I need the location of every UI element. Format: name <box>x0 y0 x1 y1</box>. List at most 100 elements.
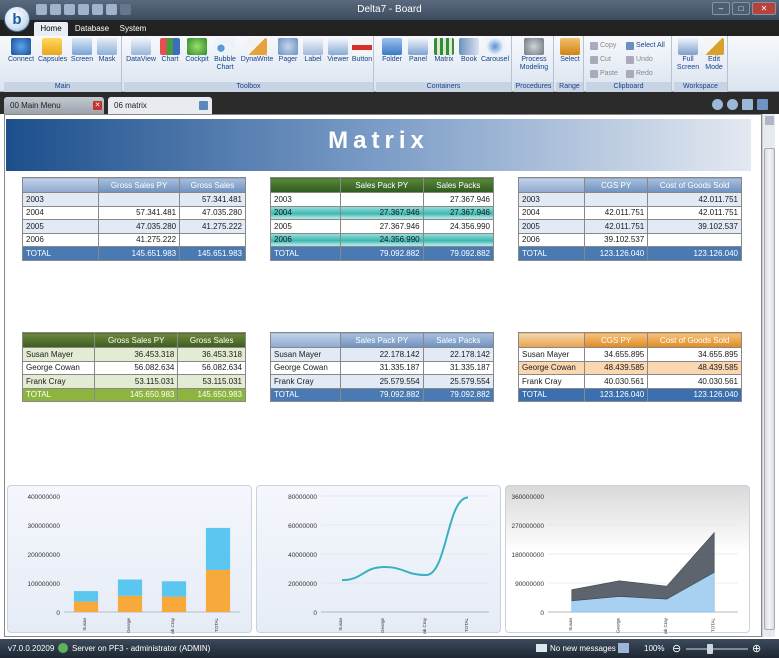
bar-segment <box>161 581 187 597</box>
undo-button[interactable]: Undo <box>626 54 653 65</box>
messages-label[interactable]: No new messages <box>550 644 616 653</box>
qat-print-icon[interactable] <box>78 4 89 15</box>
view-layout-icon[interactable] <box>618 643 629 653</box>
button-tool-button[interactable]: Button <box>350 38 374 64</box>
x-tick-label: Frank Cray <box>663 617 668 634</box>
close-tab-main-menu-icon[interactable]: ✕ <box>93 101 102 110</box>
full-screen-button[interactable]: Full Screen <box>676 38 700 72</box>
copy-button[interactable]: Copy <box>590 40 616 51</box>
doc-tab-matrix[interactable]: 06 matrix <box>108 97 212 114</box>
column-header[interactable]: CGS PY <box>583 332 649 348</box>
column-header[interactable]: Sales Packs <box>422 177 495 193</box>
qat-layout-icon[interactable] <box>106 4 117 15</box>
column-header[interactable]: Gross Sales <box>177 332 246 348</box>
y-tick-label: 100000000 <box>27 581 60 588</box>
y-tick-label: 360000000 <box>511 494 544 501</box>
bar-chart-svg: 400000000 300000000 200000000 100000000 0 Sus… <box>27 494 240 634</box>
y-tick-label: 0 <box>313 610 317 617</box>
cockpit-button[interactable]: Cockpit <box>184 38 210 64</box>
vertical-scrollbar[interactable] <box>762 114 775 637</box>
paste-button[interactable]: Paste <box>590 68 618 79</box>
banner-title: Matrix <box>328 127 429 154</box>
qat-save-icon[interactable] <box>36 4 47 15</box>
book-button[interactable]: Book <box>458 38 480 64</box>
select-range-button[interactable]: Select <box>558 38 582 64</box>
cgs-area-chart[interactable]: 360000000 270000000 180000000 90000000 0 Susa… <box>505 485 750 634</box>
bubble-chart-button[interactable]: Bubble Chart <box>212 38 238 72</box>
qat-dropdown-icon[interactable] <box>120 4 131 15</box>
y-tick-label: 400000000 <box>27 494 60 501</box>
zoom-slider-track[interactable] <box>686 648 748 650</box>
connect-icon <box>11 38 31 55</box>
process-modeling-button[interactable]: Process Modeling <box>516 38 552 72</box>
nav-forward-icon[interactable] <box>727 99 738 110</box>
bar-segment <box>205 527 231 570</box>
mask-button[interactable]: Mask <box>96 38 118 64</box>
tab-home[interactable]: Home <box>34 22 68 36</box>
dataview-button[interactable]: DataView <box>126 38 156 64</box>
column-header[interactable]: Sales Packs <box>422 332 495 348</box>
app-menu-button[interactable]: b <box>4 6 30 32</box>
server-label: Server on PF3 - administrator (ADMIN) <box>72 644 211 653</box>
cockpit-icon <box>187 38 207 55</box>
y-tick-label: 0 <box>540 610 544 617</box>
zoom-out-icon[interactable]: ⊖ <box>672 642 681 655</box>
edit-mode-icon <box>704 38 724 55</box>
qat-refresh-icon[interactable] <box>92 4 103 15</box>
select-all-button[interactable]: Select All <box>626 40 665 51</box>
column-header[interactable]: Gross Sales PY <box>93 332 179 348</box>
table-header-row: Sales Pack PY Sales Packs <box>270 177 495 193</box>
chart-button[interactable]: Chart <box>158 38 182 64</box>
screen-icon <box>72 38 92 55</box>
server-status-icon <box>58 643 68 653</box>
column-header[interactable]: Cost of Goods Sold <box>647 177 742 193</box>
panel-button[interactable]: Panel <box>406 38 430 64</box>
cut-button[interactable]: Cut <box>590 54 611 65</box>
gross-sales-bar-chart[interactable]: 400000000 300000000 200000000 100000000 0 Sus… <box>7 485 252 634</box>
carousel-button[interactable]: Carousel <box>480 38 510 64</box>
matrix-button[interactable]: Matrix <box>432 38 456 64</box>
column-header[interactable]: Gross Sales <box>179 177 246 193</box>
connect-button[interactable]: Connect <box>8 38 34 64</box>
scroll-thumb[interactable] <box>764 148 775 630</box>
redo-button[interactable]: Redo <box>626 68 653 79</box>
total-row: TOTAL 79.092.882 79.092.882 <box>270 246 495 261</box>
bar-segment <box>205 569 231 612</box>
tab-database[interactable]: Database <box>72 22 112 36</box>
edit-mode-button[interactable]: Edit Mode <box>702 38 726 72</box>
folder-button[interactable]: Folder <box>380 38 404 64</box>
column-header[interactable]: CGS PY <box>583 177 649 193</box>
close-window-button[interactable]: ✕ <box>752 2 776 15</box>
restore-view-icon[interactable] <box>757 99 768 110</box>
total-row: TOTAL 123.126.040 123.126.040 <box>518 387 742 402</box>
scroll-up-icon[interactable] <box>765 116 774 125</box>
column-header[interactable]: Cost of Goods Sold <box>647 332 742 348</box>
bar-segment <box>117 579 143 596</box>
minimize-button[interactable]: – <box>712 2 730 15</box>
document-tab-bar: 00 Main Menu ✕ 06 matrix <box>0 92 779 114</box>
tab-system[interactable]: System <box>116 22 150 36</box>
line-chart-svg: 80000000 60000000 40000000 20000000 0 Susan Ge… <box>288 494 489 634</box>
save-tab-icon[interactable] <box>199 101 208 110</box>
table-row: Frank Cray 40.030.561 40.030.561 <box>518 374 742 389</box>
column-header[interactable]: Gross Sales PY <box>97 177 181 193</box>
sales-packs-line-chart[interactable]: 80000000 60000000 40000000 20000000 0 Susan Ge… <box>256 485 501 634</box>
viewer-button[interactable]: Viewer <box>326 38 350 64</box>
zoom-in-icon[interactable]: ⊕ <box>752 642 761 655</box>
column-header[interactable]: Sales Pack PY <box>340 177 424 193</box>
qat-check-icon[interactable] <box>64 4 75 15</box>
pager-button[interactable]: Pager <box>276 38 300 64</box>
zoom-slider-handle[interactable] <box>707 644 713 654</box>
maximize-button[interactable]: □ <box>732 2 750 15</box>
doc-tab-main-menu[interactable]: 00 Main Menu ✕ <box>4 97 104 114</box>
nav-back-icon[interactable] <box>712 99 723 110</box>
group-range: Select Range <box>556 36 584 92</box>
qat-open-icon[interactable] <box>50 4 61 15</box>
group-range-label: Range <box>556 82 583 92</box>
dynawrite-button[interactable]: DynaWrite <box>240 38 274 64</box>
capsules-button[interactable]: Capsules <box>38 38 67 64</box>
home-icon[interactable] <box>742 99 753 110</box>
label-button[interactable]: Label <box>302 38 324 64</box>
screen-button[interactable]: Screen <box>70 38 94 64</box>
column-header[interactable]: Sales Pack PY <box>340 332 424 348</box>
